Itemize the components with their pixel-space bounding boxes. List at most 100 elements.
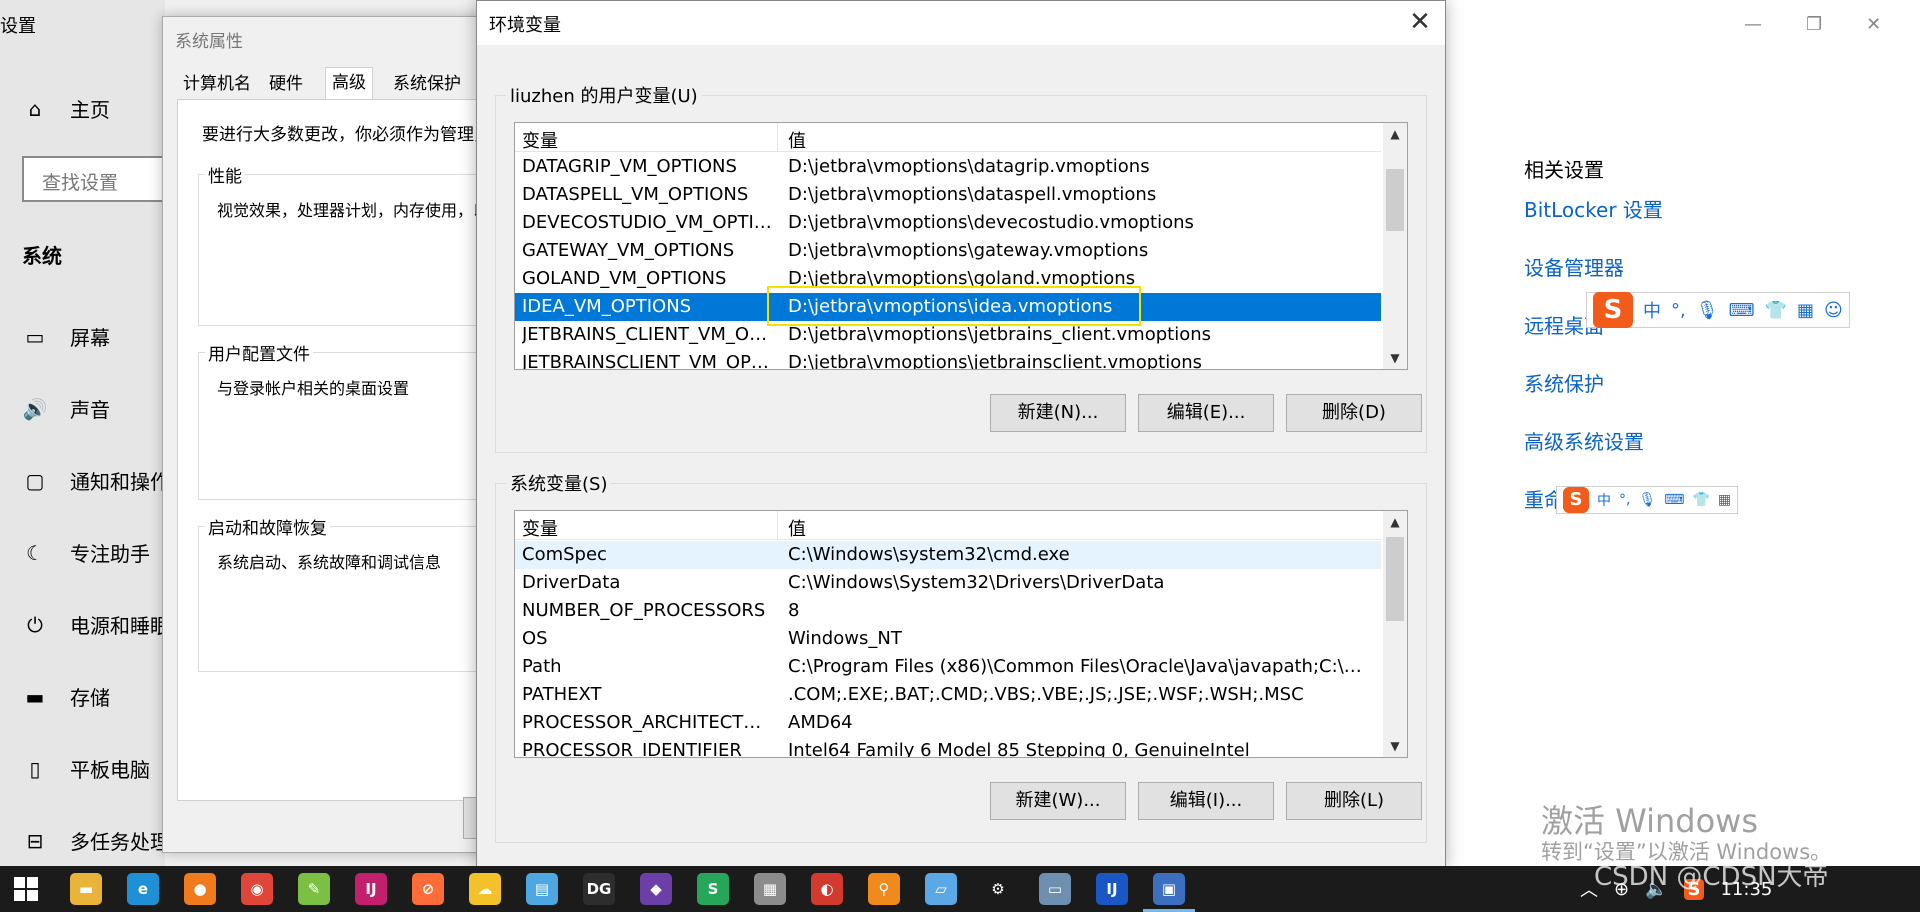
git-icon[interactable]: ◆ — [640, 873, 672, 905]
related-link[interactable]: 系统保护 — [1524, 368, 1604, 397]
storage-icon: ▬ — [25, 684, 45, 709]
column-variable[interactable]: 变量 — [522, 127, 772, 153]
scroll-up-icon[interactable]: ▲ — [1383, 511, 1407, 533]
variable-row[interactable]: OS Windows_NT — [515, 625, 1381, 653]
system-list-scrollbar[interactable]: ▲ ▼ — [1383, 511, 1407, 757]
scroll-down-icon[interactable]: ▼ — [1383, 735, 1407, 757]
settings-nav-item[interactable]: ⏻ 电源和睡眠 — [22, 610, 172, 639]
tab-2[interactable]: 高级 — [325, 67, 373, 100]
typora-icon[interactable]: ▱ — [925, 873, 957, 905]
column-value[interactable]: 值 — [788, 127, 1378, 153]
variable-row[interactable]: DEVECOSTUDIO_VM_OPTIONS D:\jetbra\vmoptio… — [515, 209, 1381, 237]
edit-user-variable-button[interactable]: 编辑(E)... — [1138, 394, 1274, 432]
settings-nav-item[interactable]: ▭ 屏幕 — [22, 322, 172, 351]
variable-row[interactable]: PROCESSOR_IDENTIFIER Intel64 Family 6 Mod… — [515, 737, 1381, 757]
related-link[interactable]: BitLocker 设置 — [1524, 194, 1663, 223]
keyboard-icon[interactable]: ⌨ — [1664, 492, 1684, 508]
scroll-up-icon[interactable]: ▲ — [1383, 123, 1407, 145]
settings-nav-item[interactable]: ⊟ 多任务处理 — [22, 826, 172, 855]
user-list-scrollbar[interactable]: ▲ ▼ — [1383, 123, 1407, 369]
new-system-variable-button[interactable]: 新建(W)... — [990, 782, 1126, 820]
column-value[interactable]: 值 — [788, 515, 1378, 541]
settings-nav-item[interactable]: 🔊 声音 — [22, 394, 172, 423]
datagrip-icon[interactable]: DG — [583, 873, 615, 905]
apps-grid-icon[interactable]: ▦ — [1797, 300, 1814, 321]
mascot-icon[interactable]: ☺ — [1824, 300, 1843, 321]
notepad-plus-icon[interactable]: ✎ — [298, 873, 330, 905]
chrome-icon[interactable]: ◉ — [241, 873, 273, 905]
settings-nav-item[interactable]: ▯ 平板电脑 — [22, 754, 172, 783]
settings-nav-item[interactable]: ▢ 通知和操作 — [22, 466, 172, 495]
sogou-logo-icon[interactable]: S — [1563, 487, 1589, 513]
sogou-logo-icon[interactable]: S — [1593, 292, 1633, 328]
related-link[interactable]: 设备管理器 — [1524, 252, 1624, 281]
ime-chinese-mode[interactable]: 中 — [1597, 490, 1611, 510]
settings-nav-item[interactable]: ▬ 存储 — [22, 682, 172, 711]
variable-row[interactable]: ComSpec C:\Windows\system32\cmd.exe — [515, 541, 1381, 569]
intellij-idea-icon[interactable]: IJ — [355, 873, 387, 905]
ime-punctuation[interactable]: °, — [1619, 492, 1630, 508]
scroll-thumb[interactable] — [1386, 537, 1404, 621]
settings-nav-item[interactable]: ☾ 专注助手 — [22, 538, 172, 567]
close-icon[interactable]: ✕ — [1405, 7, 1435, 37]
system-variables-list[interactable]: 变量 值 ComSpec C:\Windows\system32\cmd.exe D… — [514, 510, 1408, 758]
settings-gear-icon[interactable]: ⚙ — [982, 873, 1014, 905]
variable-row[interactable]: PROCESSOR_ARCHITECTURE AMD64 — [515, 709, 1381, 737]
search-tool-icon[interactable]: ⚲ — [868, 873, 900, 905]
close-icon[interactable]: ✕ — [1866, 14, 1881, 35]
variable-row[interactable]: DATASPELL_VM_OPTIONS D:\jetbra\vmoptions\… — [515, 181, 1381, 209]
scroll-thumb[interactable] — [1386, 169, 1404, 231]
variable-row[interactable]: PATHEXT .COM;.EXE;.BAT;.CMD;.VBS;.VBE;.JS… — [515, 681, 1381, 709]
skin-icon[interactable]: 👕 — [1765, 300, 1787, 321]
keyboard-icon[interactable]: ⌨ — [1729, 300, 1755, 321]
csdn-watermark: CSDN @CDSN大帝 — [1594, 862, 1829, 892]
tab-3[interactable]: 系统保护 — [387, 69, 467, 99]
apps-grid-icon[interactable]: ▦ — [1718, 492, 1731, 508]
variable-name: DATAGRIP_VM_OPTIONS — [522, 156, 737, 177]
related-link[interactable]: 高级系统设置 — [1524, 426, 1644, 455]
delete-system-variable-button[interactable]: 删除(L) — [1286, 782, 1422, 820]
edit-system-variable-button[interactable]: 编辑(I)... — [1138, 782, 1274, 820]
tab-0[interactable]: 计算机名 — [177, 69, 257, 99]
scroll-down-icon[interactable]: ▼ — [1383, 347, 1407, 369]
browser-alt-icon[interactable]: ◐ — [811, 873, 843, 905]
variable-row[interactable]: Path C:\Program Files (x86)\Common Files\… — [515, 653, 1381, 681]
variable-row[interactable]: DATAGRIP_VM_OPTIONS D:\jetbra\vmoptions\d… — [515, 153, 1381, 181]
windows-start-icon[interactable] — [14, 877, 38, 901]
variable-value: D:\jetbra\vmoptions\datagrip.vmoptions — [788, 156, 1150, 177]
new-user-variable-button[interactable]: 新建(N)... — [990, 394, 1126, 432]
column-variable[interactable]: 变量 — [522, 515, 772, 541]
network-app-icon[interactable]: ▭ — [1039, 873, 1071, 905]
variable-row[interactable]: DriverData C:\Windows\System32\Drivers\Dr… — [515, 569, 1381, 597]
user-variables-list[interactable]: 变量 值 DATAGRIP_VM_OPTIONS D:\jetbra\vmopti… — [514, 122, 1408, 370]
system-properties-title: 系统属性 — [175, 32, 243, 52]
settings-search-input[interactable]: 查找设置 — [22, 156, 172, 202]
notepad-icon[interactable]: ▤ — [526, 873, 558, 905]
ime-punctuation[interactable]: °, — [1671, 300, 1686, 321]
app-window-icon[interactable]: ▦ — [754, 873, 786, 905]
file-explorer-icon[interactable]: ▬ — [70, 873, 102, 905]
user-variables-label: liuzhen 的用户变量(U) — [506, 82, 702, 108]
ime-chinese-mode[interactable]: 中 — [1643, 297, 1661, 323]
firefox-icon[interactable]: ● — [184, 873, 216, 905]
maximize-icon[interactable]: ❐ — [1806, 14, 1822, 35]
variable-row[interactable]: GATEWAY_VM_OPTIONS D:\jetbra\vmoptions\ga… — [515, 237, 1381, 265]
delete-user-variable-button[interactable]: 删除(D) — [1286, 394, 1422, 432]
tab-1[interactable]: 硬件 — [263, 69, 309, 99]
skin-icon[interactable]: 👕 — [1692, 492, 1709, 508]
sublime-icon[interactable]: S — [697, 873, 729, 905]
minimize-icon[interactable]: — — [1744, 14, 1762, 35]
edge-icon[interactable]: e — [127, 873, 159, 905]
variable-name: GATEWAY_VM_OPTIONS — [522, 240, 735, 261]
variable-name: PROCESSOR_ARCHITECTURE — [522, 712, 772, 733]
microphone-icon[interactable]: 🎙 — [1696, 300, 1719, 321]
settings-home[interactable]: ⌂ 主页 — [22, 94, 172, 123]
variable-row[interactable]: JETBRAINSCLIENT_VM_OPTIONS D:\jetbra\vmop… — [515, 349, 1381, 369]
system-props-icon[interactable]: ▣ — [1143, 873, 1195, 912]
variable-row[interactable]: NUMBER_OF_PROCESSORS 8 — [515, 597, 1381, 625]
variable-name: PATHEXT — [522, 684, 602, 705]
postman-icon[interactable]: ⊘ — [412, 873, 444, 905]
weather-icon[interactable]: ☁ — [469, 873, 501, 905]
intellij-alt-icon[interactable]: IJ — [1096, 873, 1128, 905]
microphone-icon[interactable]: 🎙 — [1638, 492, 1656, 508]
